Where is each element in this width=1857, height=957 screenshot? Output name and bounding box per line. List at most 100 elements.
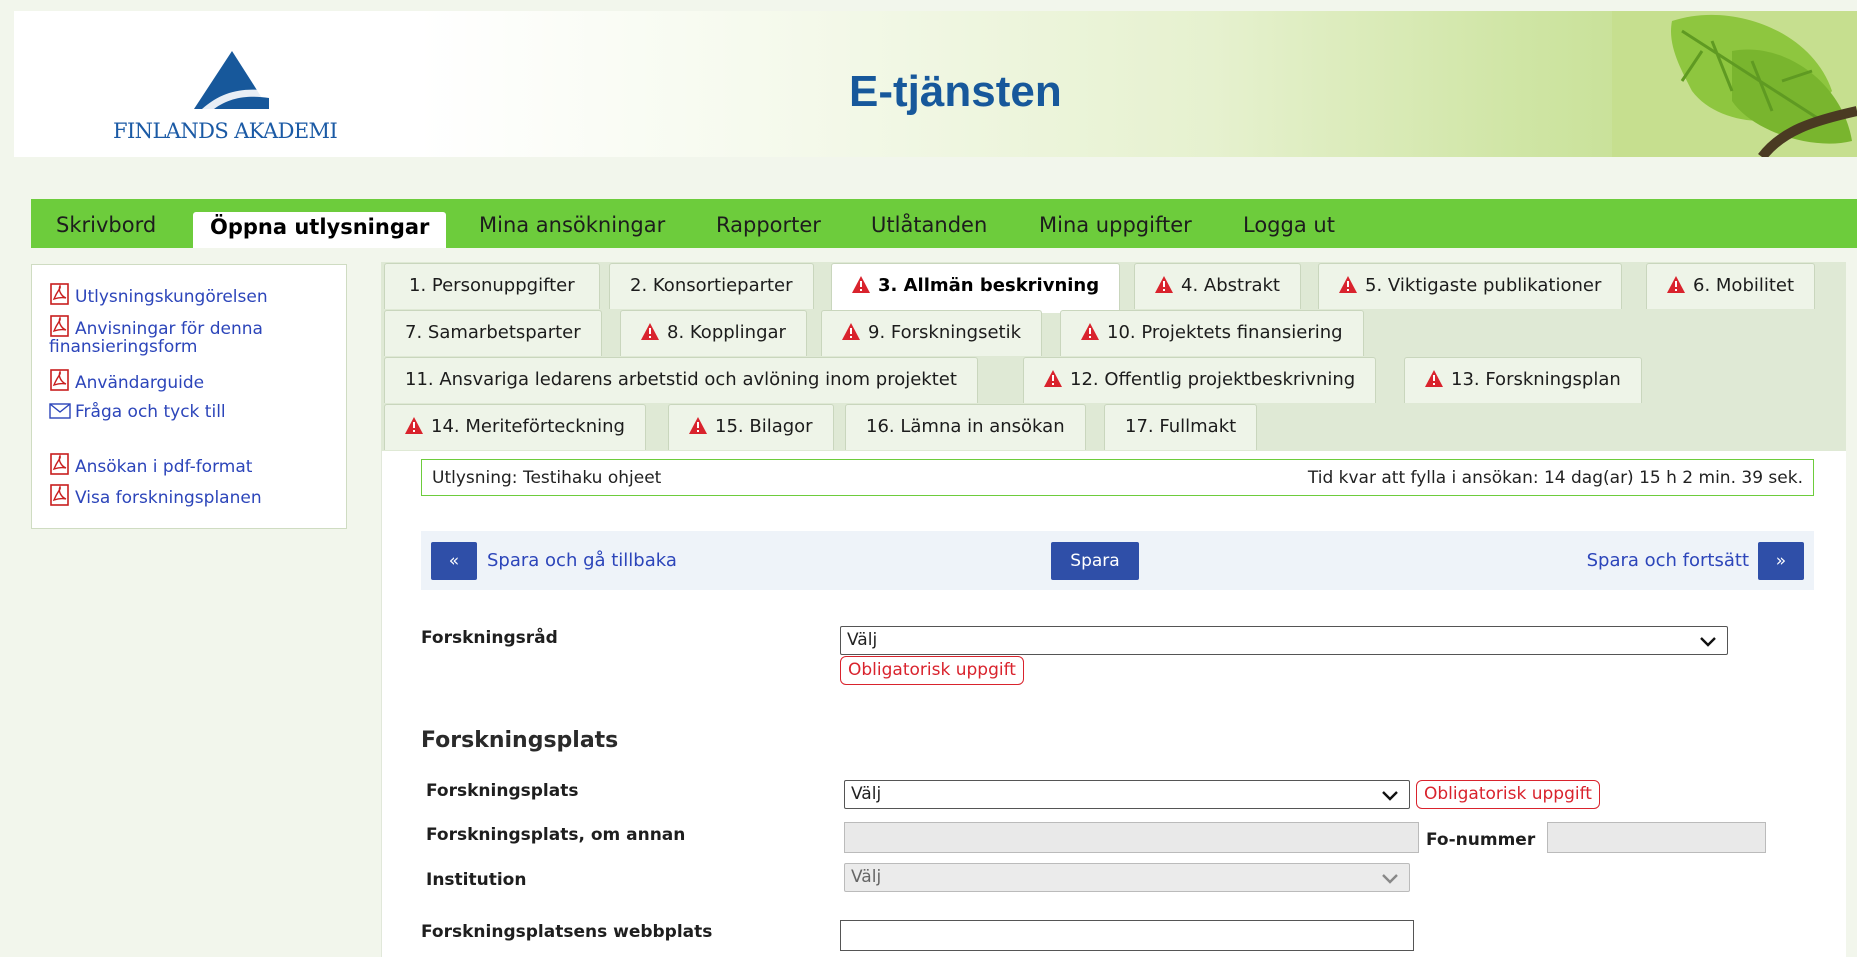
sidebar-link-label: Ansökan i pdf-format [75,457,253,477]
tab-kopplingar[interactable]: 8. Kopplingar [620,310,807,356]
sidebar-link-anvandarguide[interactable]: Användarguide [49,369,204,394]
call-info-bar: Utlysning: Testihaku ohjeet Tid kvar att… [421,459,1814,496]
place-value: Välj [851,784,882,804]
tab-label: 10. Projektets finansiering [1107,322,1343,343]
tab-konsortieparter[interactable]: 2. Konsortieparter [609,263,814,309]
save-and-continue-link[interactable]: Spara och fortsätt [1587,550,1749,571]
logo-triangle-icon [194,51,269,109]
required-badge: Obligatorisk uppgift [1416,780,1600,809]
place-other-label: Forskningsplats, om annan [426,825,686,845]
pdf-icon [50,484,69,506]
website-label: Forskningsplatsens webbplats [421,922,713,942]
tab-viktigaste-publikationer[interactable]: 5. Viktigaste publikationer [1318,263,1623,309]
action-bar: « Spara och gå tillbaka Spara Spara och … [421,531,1814,590]
academy-logo: FINLANDS AKADEMI [99,41,359,143]
tab-label: 6. Mobilitet [1693,275,1795,296]
tab-samarbetsparter[interactable]: 7. Samarbetsparter [384,310,602,356]
fo-number-label: Fo-nummer [1426,830,1536,850]
required-badge: Obligatorisk uppgift [840,656,1024,685]
tab-label: 11. Ansvariga ledarens arbetstid och avl… [405,369,957,390]
pdf-icon [50,453,69,475]
nav-mina-uppgifter[interactable]: Mina uppgifter [1039,213,1192,237]
tab-label: 13. Forskningsplan [1451,369,1621,390]
pdf-icon [50,283,69,305]
warning-icon [1044,370,1062,387]
tab-meritforteckning[interactable]: 14. Meriteförteckning [384,404,646,450]
leaf-image [1612,11,1857,157]
sidebar-link-anvisningar-cont[interactable]: finansieringsform [49,337,197,358]
tab-label: 2. Konsortieparter [630,275,793,296]
save-button[interactable]: Spara [1051,542,1139,580]
tab-label: 7. Samarbetsparter [405,322,581,343]
nav-skrivbord[interactable]: Skrivbord [56,213,156,237]
sidebar-link-label: Visa forskningsplanen [75,488,262,508]
warning-icon [1081,323,1099,340]
tab-forskningsplan[interactable]: 13. Forskningsplan [1404,357,1642,403]
sidebar-link-forskningsplanen[interactable]: Visa forskningsplanen [49,484,262,509]
tab-forskningsetik[interactable]: 9. Forskningsetik [821,310,1042,356]
tab-mobilitet[interactable]: 6. Mobilitet [1646,263,1816,309]
tab-offentlig-projektbeskrivning[interactable]: 12. Offentlig projektbeskrivning [1023,357,1377,403]
next-button[interactable]: » [1758,542,1804,580]
app-title: E-tjänsten [849,67,1062,116]
nav-oppna-utlysningar[interactable]: Öppna utlysningar [193,212,447,248]
tab-fullmakt[interactable]: 17. Fullmakt [1104,404,1258,450]
time-left: Tid kvar att fylla i ansökan: 14 dag(ar)… [1307,468,1803,488]
place-select[interactable]: Välj [844,780,1410,809]
council-label: Forskningsråd [421,628,558,648]
sidebar-link-label: Fråga och tyck till [75,402,226,422]
sidebar-link-label: Användarguide [75,373,205,393]
sidebar-link-label: Anvisningar för denna [75,319,263,339]
tab-label: 15. Bilagor [715,416,813,437]
nav-utlatanden[interactable]: Utlåtanden [871,213,987,237]
section-title: Forskningsplats [421,728,619,753]
tab-lamna-in-ansokan[interactable]: 16. Lämna in ansökan [845,404,1086,450]
nav-mina-ansokningar[interactable]: Mina ansökningar [479,213,665,237]
tab-personuppgifter[interactable]: 1. Personuppgifter [384,263,600,309]
chevron-down-icon [1382,791,1398,801]
council-select[interactable]: Välj [840,626,1728,655]
tab-allman-beskrivning[interactable]: 3. Allmän beskrivning [831,263,1121,313]
warning-icon [641,323,659,340]
tab-label: 17. Fullmakt [1125,416,1237,437]
org-name: FINLANDS AKADEMI [113,119,338,143]
tab-projektets-finansiering[interactable]: 10. Projektets finansiering [1060,310,1364,356]
call-name: Utlysning: Testihaku ohjeet [432,468,662,488]
back-button[interactable]: « [431,542,477,580]
warning-icon [1155,276,1173,293]
sidebar-link-ansokan-pdf[interactable]: Ansökan i pdf-format [49,453,252,478]
tab-label: 1. Personuppgifter [409,275,575,296]
warning-icon [405,417,423,434]
warning-icon [689,417,707,434]
tab-label: 12. Offentlig projektbeskrivning [1070,369,1356,390]
save-and-back-link[interactable]: Spara och gå tillbaka [487,550,677,571]
website-input[interactable] [840,920,1414,951]
tab-bilagor[interactable]: 15. Bilagor [668,404,834,450]
institution-select[interactable]: Välj [844,863,1410,892]
place-label: Forskningsplats [426,781,579,801]
institution-value: Välj [851,867,882,887]
tab-label: 14. Meriteförteckning [431,416,625,437]
warning-icon [1667,276,1685,293]
sidebar-link-fraga[interactable]: Fråga och tyck till [49,402,226,423]
nav-rapporter[interactable]: Rapporter [716,213,821,237]
envelope-icon [49,403,71,419]
place-other-input[interactable] [844,822,1419,853]
chevron-down-icon [1382,874,1398,884]
council-value: Välj [847,630,878,650]
tab-abstrakt[interactable]: 4. Abstrakt [1134,263,1301,309]
tab-label: 3. Allmän beskrivning [878,275,1100,296]
fo-number-input[interactable] [1547,822,1766,853]
pdf-icon [50,369,69,391]
nav-logga-ut[interactable]: Logga ut [1243,213,1335,237]
institution-label: Institution [426,870,527,890]
main-navigation: Skrivbord Öppna utlysningar Mina ansökni… [31,199,1857,248]
header-banner: FINLANDS AKADEMI E-tjänsten [14,11,1857,157]
sidebar-link-utlysningskungorelsen[interactable]: Utlysningskungörelsen [49,283,268,308]
tab-label: 9. Forskningsetik [868,322,1021,343]
warning-icon [852,276,870,293]
tab-arbetstid-avloning[interactable]: 11. Ansvariga ledarens arbetstid och avl… [384,357,978,403]
tab-label: 5. Viktigaste publikationer [1365,275,1602,296]
tab-label: 16. Lämna in ansökan [866,416,1065,437]
chevron-down-icon [1700,637,1716,647]
